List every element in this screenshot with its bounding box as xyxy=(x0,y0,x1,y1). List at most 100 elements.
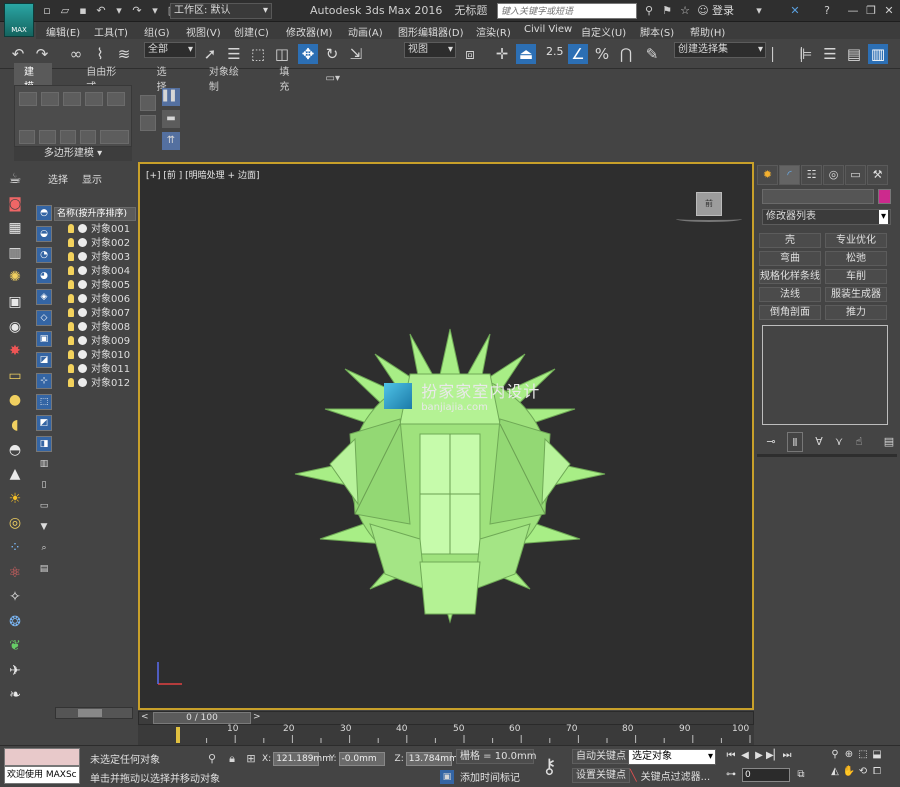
align-icon[interactable]: ⊫ xyxy=(796,44,816,64)
filter-helpers-icon[interactable]: ◈ xyxy=(36,289,52,305)
list-item[interactable]: 对象004 xyxy=(68,265,134,279)
zoom-extents-icon[interactable]: ⬚ xyxy=(856,748,870,762)
invert-display-icon[interactable]: ▭ xyxy=(36,499,52,515)
mirror-icon[interactable]: ⎸⎹ xyxy=(772,44,802,64)
render-frame-icon[interactable]: ▥ xyxy=(4,242,26,264)
select-by-name-icon[interactable]: ☰ xyxy=(224,44,244,64)
previous-frame-icon[interactable]: ◀ xyxy=(738,749,752,763)
isolate-selection-icon[interactable]: ⚲ xyxy=(206,749,218,769)
cone-icon[interactable]: ▲ xyxy=(4,463,26,485)
binoculars-icon[interactable]: ⚲ xyxy=(642,4,656,18)
ribbon-footer[interactable]: 多边形建模 ▾ xyxy=(14,147,132,161)
select-and-move-icon[interactable]: ✥ xyxy=(298,44,318,64)
modify-tab-icon[interactable]: ◜ xyxy=(779,165,800,185)
restore-icon[interactable]: ❐ xyxy=(864,4,878,18)
sphere-icon[interactable]: ● xyxy=(4,389,26,411)
maxscript-mini-listener[interactable]: 欢迎使用 MAXSc xyxy=(4,766,80,784)
display-none-icon[interactable]: ▯ xyxy=(36,478,52,494)
key-target-dropdown[interactable]: 选定对象 ▾ xyxy=(628,749,716,765)
light-bulb-icon[interactable] xyxy=(68,336,74,345)
viewcube[interactable]: 前 xyxy=(696,192,722,216)
viewport-front[interactable]: [+] [前 ] [明暗处理 + 边面] 前 扮家家室内设计 banjiajia… xyxy=(138,162,754,710)
filter-shapes-icon[interactable]: ◒ xyxy=(36,226,52,242)
go-to-end-icon[interactable]: ⏭ xyxy=(780,749,794,763)
minimize-icon[interactable]: — xyxy=(846,4,860,18)
grass-icon[interactable]: ❦ xyxy=(4,635,26,657)
list-item[interactable]: 对象008 xyxy=(68,321,134,335)
layers-icon[interactable]: ▤ xyxy=(36,562,52,578)
material-editor-icon[interactable]: ◙ xyxy=(4,193,26,215)
list-item[interactable]: 对象011 xyxy=(68,363,134,377)
atom-icon[interactable]: ⚛ xyxy=(4,562,26,584)
scene-explorer-scrollbar[interactable] xyxy=(55,707,133,719)
percent-snap-icon[interactable]: % xyxy=(592,44,612,64)
edge-mode-icon[interactable] xyxy=(41,92,59,106)
filter-lights-icon[interactable]: ◔ xyxy=(36,247,52,263)
viewport-label[interactable]: [+] [前 ] [明暗处理 + 边面] xyxy=(146,168,259,181)
filter-funnel-icon[interactable]: ▼ xyxy=(36,520,52,536)
workspace-selector[interactable]: 工作区: 默认 ▾ xyxy=(170,3,272,19)
modify-mode-icon[interactable] xyxy=(19,130,36,144)
object-name-field[interactable] xyxy=(762,189,874,204)
light-bulb-icon[interactable] xyxy=(68,280,74,289)
keyboard-shortcut-override-icon[interactable]: ⏏ xyxy=(516,44,536,64)
go-to-start-icon[interactable]: ⏮ xyxy=(724,749,738,763)
time-slider-next-icon[interactable]: > xyxy=(253,712,261,722)
torus-icon[interactable]: ◎ xyxy=(4,512,26,534)
configure-sets-icon[interactable]: ☝ xyxy=(851,432,867,452)
constrain-icon[interactable]: ▌▌ xyxy=(162,88,180,106)
current-frame-field[interactable]: 0 xyxy=(742,768,790,782)
light-bulb-icon[interactable] xyxy=(68,252,74,261)
globe-icon[interactable]: ❂ xyxy=(4,611,26,633)
z-coordinate-field[interactable]: 13.784mm xyxy=(405,752,458,766)
save-file-icon[interactable]: ▪ xyxy=(76,4,90,18)
make-unique-icon[interactable]: ∀ xyxy=(811,432,827,452)
filter-bones-icon[interactable]: ⊹ xyxy=(36,373,52,389)
tab-select[interactable]: 选择 xyxy=(48,171,68,186)
pin-stack-icon[interactable]: ⊸ xyxy=(763,432,779,452)
show-end-result-icon[interactable] xyxy=(59,130,76,144)
modifier-lathe-button[interactable]: 车削 xyxy=(825,268,887,284)
border-mode-icon[interactable] xyxy=(63,92,81,106)
filter-cameras-icon[interactable]: ◕ xyxy=(36,268,52,284)
motion-tab-icon[interactable]: ◎ xyxy=(823,165,844,185)
modifier-push-button[interactable]: 推力 xyxy=(825,304,887,320)
communication-center-icon[interactable]: ⚑ xyxy=(660,4,674,18)
scene-explorer-toggle-icon[interactable]: ▥ xyxy=(868,44,888,64)
element-mode-icon[interactable] xyxy=(107,92,125,106)
track-bar[interactable]: 10 20 30 40 50 60 70 80 90 100 xyxy=(138,724,754,745)
display-all-icon[interactable]: ▥ xyxy=(36,457,52,473)
snap-value[interactable]: 2.5 xyxy=(546,45,564,58)
filter-containers-icon[interactable]: ⬚ xyxy=(36,394,52,410)
list-item[interactable]: 对象009 xyxy=(68,335,134,349)
set-key-mode-icon[interactable]: ⚷ xyxy=(542,754,557,778)
zoom-all-icon[interactable]: ⊕ xyxy=(842,748,856,762)
scene-list-header[interactable]: 名称(按升序排序) xyxy=(54,207,136,221)
light-bulb-icon[interactable] xyxy=(68,266,74,275)
pivot-center-icon[interactable]: ⧈ xyxy=(460,44,480,64)
reference-coordinate-dropdown[interactable]: 视图 ▾ xyxy=(404,42,456,58)
render-setup-icon[interactable]: ▦ xyxy=(4,217,26,239)
pan-hand-icon[interactable]: ✋ xyxy=(842,765,856,779)
y-coordinate-field[interactable]: -0.0mm xyxy=(338,752,385,766)
field-of-view-icon[interactable]: ◭ xyxy=(828,765,842,779)
time-configuration-icon[interactable]: ⧉ xyxy=(794,768,808,782)
user-icon[interactable]: ☺ xyxy=(696,4,710,18)
auto-key-button[interactable]: 自动关键点 xyxy=(572,749,630,764)
utilities-tab-icon[interactable]: ⚒ xyxy=(867,165,888,185)
modifier-relax-button[interactable]: 松弛 xyxy=(825,250,887,266)
app-logo-button[interactable]: MAX xyxy=(4,3,34,37)
angle-snap-icon[interactable]: ∠ xyxy=(568,44,588,64)
use-soft-selection-icon[interactable] xyxy=(100,130,129,144)
time-slider-thumb[interactable]: 0 / 100 xyxy=(153,712,251,724)
menu-civil-view[interactable]: Civil View xyxy=(524,22,572,37)
key-filters-button[interactable]: 关键点过滤器... xyxy=(641,768,711,783)
select-manipulate-icon[interactable]: ✛ xyxy=(492,44,512,64)
display-tab-icon[interactable]: ▭ xyxy=(845,165,866,185)
favorites-star-icon[interactable]: ☆ xyxy=(678,4,692,18)
light-bulb-icon[interactable] xyxy=(68,364,74,373)
redo-icon[interactable]: ↷ xyxy=(130,4,144,18)
add-time-tag[interactable]: 添加时间标记 xyxy=(460,769,520,784)
scrollbar-thumb[interactable] xyxy=(78,709,102,717)
filter-hidden-icon[interactable]: ◨ xyxy=(36,436,52,452)
